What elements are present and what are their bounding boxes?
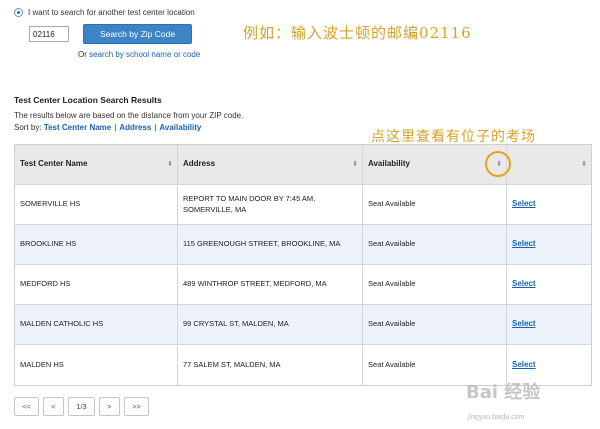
search-by-zip-button[interactable]: Search by Zip Code [83, 24, 192, 44]
table-row: SOMERVILLE HS REPORT TO MAIN DOOR BY 7:4… [15, 185, 591, 225]
address-cell: 77 SALEM ST, MALDEN, MA [178, 345, 363, 385]
column-header-address-label: Address [183, 159, 216, 169]
sort-arrows-icon[interactable]: ⬍ [581, 161, 587, 168]
sort-by-label: Sort by: [14, 123, 42, 132]
column-header-availability-label: Availability [368, 159, 410, 169]
next-page-button[interactable]: > [99, 397, 120, 416]
search-radio-row[interactable]: I want to search for another test center… [14, 6, 244, 19]
first-page-button[interactable]: << [14, 397, 39, 416]
sort-availability-link[interactable]: Availability [159, 123, 201, 132]
availability-cell: Seat Available [363, 185, 507, 224]
search-radio[interactable] [14, 8, 23, 17]
select-cell: Select [507, 265, 591, 304]
address-cell: 115 GREENOUGH STREET, BROOKLINE, MA [178, 225, 363, 264]
baidu-watermark-logo: Bai 经验 [466, 378, 540, 404]
search-block: I want to search for another test center… [14, 6, 244, 59]
select-link[interactable]: Select [512, 319, 536, 330]
pagination: << < 1/3 > >> [14, 397, 153, 416]
page-indicator: 1/3 [68, 397, 95, 416]
results-table: Test Center Name ⬍ Address ⬍ Availabilit… [14, 144, 592, 386]
center-name-cell: MEDFORD HS [15, 265, 178, 304]
center-name-cell: MALDEN HS [15, 345, 178, 385]
sort-address-link[interactable]: Address [119, 123, 151, 132]
column-header-action[interactable]: ⬍ [507, 145, 591, 184]
availability-cell: Seat Available [363, 305, 507, 344]
sort-arrows-icon[interactable]: ⬍ [167, 161, 173, 168]
address-cell: 99 CRYSTAL ST, MALDEN, MA [178, 305, 363, 344]
alt-search-row: Or search by school name or code [78, 50, 244, 59]
prev-page-button[interactable]: < [43, 397, 64, 416]
select-cell: Select [507, 305, 591, 344]
center-name-cell: MALDEN CATHOLIC HS [15, 305, 178, 344]
select-link[interactable]: Select [512, 360, 536, 371]
availability-cell: Seat Available [363, 225, 507, 264]
or-text: Or [78, 50, 87, 59]
sort-separator: | [154, 123, 157, 132]
sort-arrows-icon[interactable]: ⬍ [352, 161, 358, 168]
select-cell: Select [507, 225, 591, 264]
annotation-zip-example: 例如：输入波士顿的邮编02116 [243, 24, 472, 42]
select-link[interactable]: Select [512, 239, 536, 250]
zip-row: Search by Zip Code [29, 24, 244, 44]
search-radio-label: I want to search for another test center… [28, 8, 195, 17]
table-row: BROOKLINE HS 115 GREENOUGH STREET, BROOK… [15, 225, 591, 265]
table-row: MALDEN CATHOLIC HS 99 CRYSTAL ST, MALDEN… [15, 305, 591, 345]
highlight-ring [485, 151, 511, 177]
results-title: Test Center Location Search Results [14, 95, 162, 105]
sort-row: Sort by: Test Center Name | Address | Availa… [14, 123, 201, 132]
zip-code-input[interactable] [29, 26, 69, 42]
center-name-cell: SOMERVILLE HS [15, 185, 178, 224]
select-link[interactable]: Select [512, 279, 536, 290]
select-link[interactable]: Select [512, 199, 536, 210]
address-cell: REPORT TO MAIN DOOR BY 7:45 AM, SOMERVIL… [178, 185, 363, 224]
search-by-school-link[interactable]: search by school name or code [89, 50, 200, 59]
address-cell: 489 WINTHROP STREET, MEDFORD, MA [178, 265, 363, 304]
results-description: The results below are based on the dista… [14, 111, 244, 120]
annotation-availability-hint: 点这里查看有位子的考场 [371, 129, 536, 145]
last-page-button[interactable]: >> [124, 397, 149, 416]
column-header-name[interactable]: Test Center Name ⬍ [15, 145, 178, 184]
center-name-cell: BROOKLINE HS [15, 225, 178, 264]
sort-test-center-name-link[interactable]: Test Center Name [44, 123, 111, 132]
watermark-logo-text: Bai 经验 [466, 382, 541, 403]
column-header-name-label: Test Center Name [20, 159, 88, 169]
select-cell: Select [507, 185, 591, 224]
column-header-address[interactable]: Address ⬍ [178, 145, 363, 184]
sort-separator: | [114, 123, 117, 132]
watermark-url: jingyan.baidu.com [468, 414, 525, 421]
table-row: MEDFORD HS 489 WINTHROP STREET, MEDFORD,… [15, 265, 591, 305]
availability-cell: Seat Available [363, 265, 507, 304]
